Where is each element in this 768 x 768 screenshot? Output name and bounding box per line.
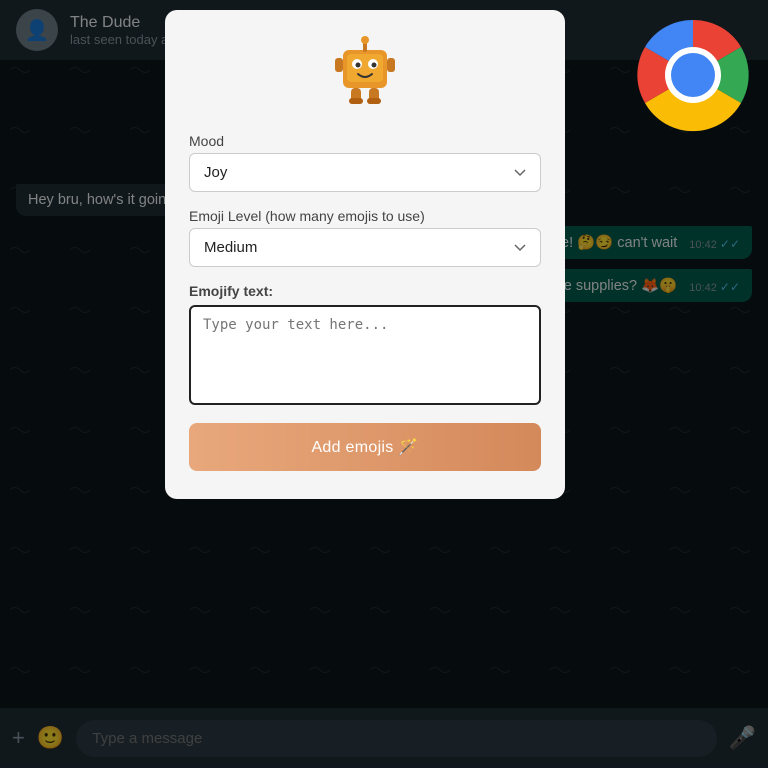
mood-dropdown[interactable]: Joy Sad Angry Fear Surprise Disgust bbox=[189, 153, 541, 192]
chrome-icon bbox=[628, 10, 758, 140]
emoji-level-label: Emoji Level (how many emojis to use) bbox=[189, 208, 425, 224]
emojify-label: Emojify text: bbox=[189, 283, 273, 299]
emojify-textarea[interactable] bbox=[189, 305, 541, 405]
emoji-level-dropdown[interactable]: Low Medium High bbox=[189, 228, 541, 267]
modal-mascot bbox=[325, 30, 405, 121]
mood-label: Mood bbox=[189, 133, 224, 149]
emojify-modal: Mood Joy Sad Angry Fear Surprise Disgust… bbox=[165, 10, 565, 499]
add-emojis-button[interactable]: Add emojis 🪄 bbox=[189, 423, 541, 471]
